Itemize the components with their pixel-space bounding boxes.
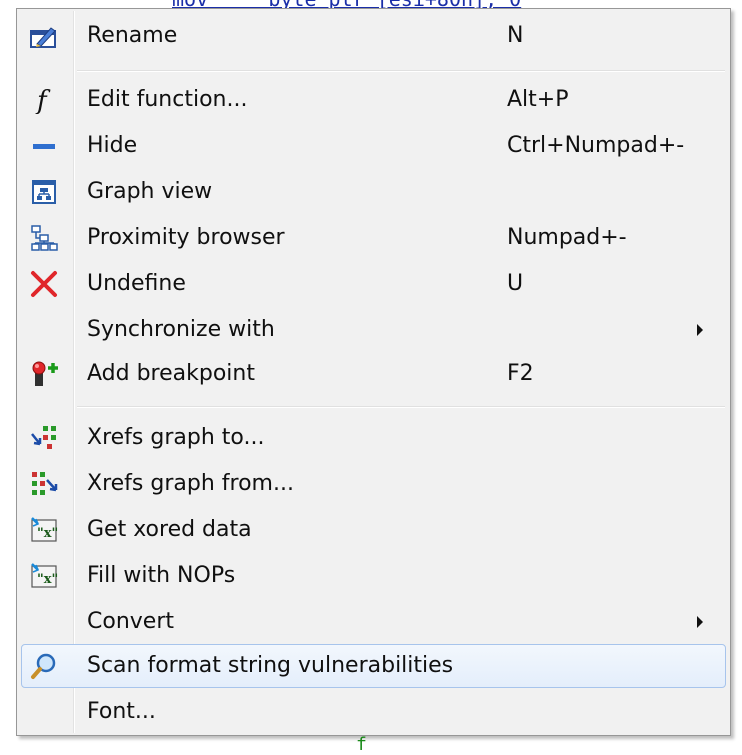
xrefs-to-icon (29, 424, 59, 452)
svg-text:f: f (35, 86, 51, 114)
menu-item-synchronize-with[interactable]: Synchronize with (21, 308, 726, 352)
menu-item-add-breakpoint[interactable]: Add breakpoint F2 (21, 352, 726, 396)
menu-item-undefine[interactable]: Undefine U (21, 262, 726, 306)
menu-item-graph-view[interactable]: Graph view (21, 170, 726, 214)
menu-item-fill-with-nops[interactable]: "x" Fill with NOPs (21, 554, 726, 598)
rename-icon (29, 22, 59, 50)
menu-item-font[interactable]: Font... (21, 690, 726, 734)
disassembly-line-text: mov byte ptr [esi+80h], 0 (172, 0, 521, 8)
hide-icon (29, 132, 59, 160)
submenu-arrow-icon (697, 616, 703, 628)
menu-separator (77, 70, 725, 72)
graph-view-icon (29, 178, 59, 206)
svg-text:"x": "x" (37, 572, 58, 587)
menu-item-xrefs-graph-from[interactable]: Xrefs graph from... (21, 462, 726, 506)
disassembly-backdrop-top: mov byte ptr [esi+80h], 0 (0, 0, 742, 8)
menu-item-rename[interactable]: Rename N (21, 14, 726, 58)
menu-item-proximity-browser[interactable]: Proximity browser Numpad+- (21, 216, 726, 260)
menu-item-hide[interactable]: Hide Ctrl+Numpad+- (21, 124, 726, 168)
svg-text:"x": "x" (37, 526, 58, 541)
magnifier-icon (29, 652, 59, 680)
submenu-arrow-icon (697, 324, 703, 336)
breakpoint-icon (29, 360, 59, 388)
proximity-browser-icon (29, 224, 59, 252)
menu-separator (77, 406, 725, 408)
function-icon: f (29, 86, 59, 114)
menu-item-edit-function[interactable]: f Edit function... Alt+P (21, 78, 726, 122)
xored-data-icon: "x" (29, 516, 59, 544)
undefine-icon (29, 270, 59, 298)
menu-item-get-xored-data[interactable]: "x" Get xored data (21, 508, 726, 552)
context-menu: Rename N f Edit function... Alt+P Hide C… (16, 8, 731, 736)
menu-item-xrefs-graph-to[interactable]: Xrefs graph to... (21, 416, 726, 460)
menu-item-scan-format-string-vulnerabilities[interactable]: Scan format string vulnerabilities (21, 644, 726, 688)
menu-item-convert[interactable]: Convert (21, 600, 726, 644)
fill-nops-icon: "x" (29, 562, 59, 590)
xrefs-from-icon (29, 470, 59, 498)
